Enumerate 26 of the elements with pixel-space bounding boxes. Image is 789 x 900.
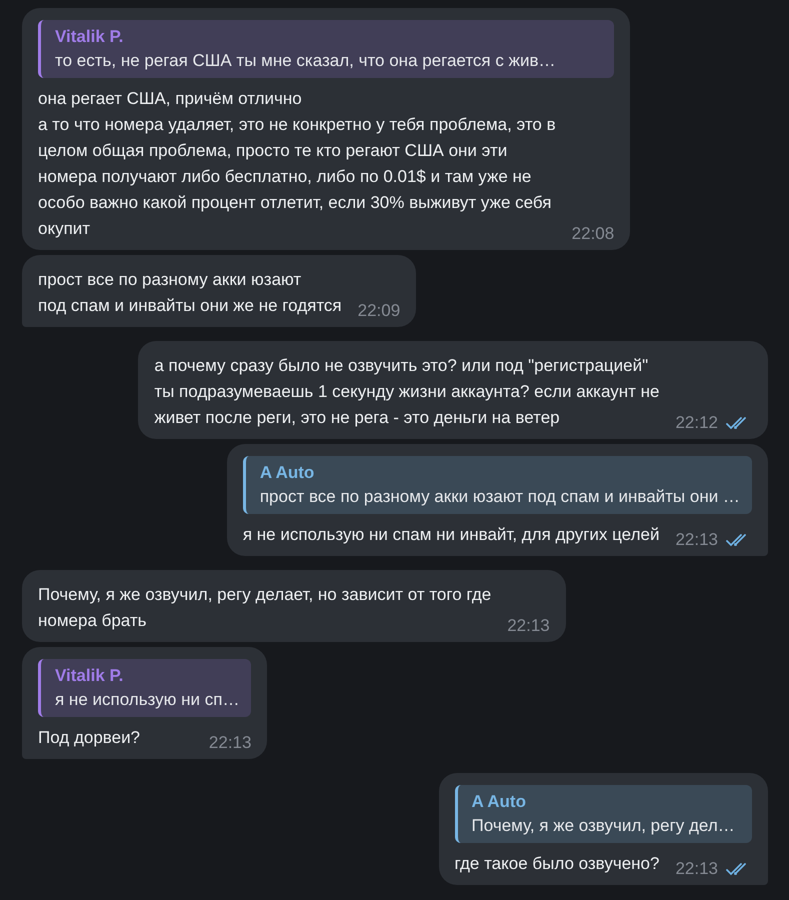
message-time: 22:13 bbox=[208, 732, 252, 754]
message-text: а почему сразу было не озвучить это? или под "регистрацией" ты подразумеваешь 1 секунду жизни аккаунта? если аккаунт не живет после реги, это не рега - это деньги на ветер bbox=[154, 355, 660, 429]
message-text: Под дорвеи? bbox=[38, 727, 140, 749]
quote-text: прост все по разному акки юзают под спам и инвайты они … bbox=[260, 486, 740, 508]
message-text: прост все по разному акки юзают под спам и инвайты они же не годятся bbox=[38, 269, 342, 317]
quote-author: Vitalik P. bbox=[55, 26, 124, 48]
message-time: 22:13 bbox=[675, 858, 718, 880]
message-text: я не использую ни спам ни инвайт, для других целей bbox=[242, 524, 660, 546]
quote-text: я не использую ни сп… bbox=[55, 689, 240, 711]
reply-quote[interactable]: A Auto прост все по разному акки юзают под спам и инвайты они … bbox=[242, 456, 752, 514]
message-time: 22:08 bbox=[572, 223, 614, 245]
quote-text: то есть, не регая США ты мне сказал, что она регается с жив… bbox=[55, 50, 556, 72]
reply-quote[interactable]: A Auto Почему, я же озвучил, регу дел… bbox=[454, 785, 752, 843]
quote-author: Vitalik P. bbox=[55, 665, 124, 687]
quote-text: Почему, я же озвучил, регу дел… bbox=[472, 815, 736, 837]
message-text: она регает США, причём отлично а то что номера удаляет, это не конкретно у тебя проблема, это в целом общая проблема, просто те кто регают США они эти номера получают либо бесплатно, либо по 0.01$ и там уже не особо важно какой процент отлетит, если 30% выживут уже себя окупит bbox=[38, 88, 556, 240]
reply-quote[interactable]: Vitalik P. я не использую ни сп… bbox=[38, 659, 252, 717]
message-time: 22:13 bbox=[507, 615, 550, 637]
quote-author: A Auto bbox=[472, 791, 527, 813]
message-time: 22:09 bbox=[358, 300, 400, 322]
reply-quote[interactable]: Vitalik P. то есть, не регая США ты мне сказал, что она регается с жив… bbox=[38, 20, 614, 78]
message-text: где такое было озвучено? bbox=[454, 853, 660, 875]
message-time: 22:12 bbox=[675, 412, 718, 434]
quote-author: A Auto bbox=[260, 462, 316, 484]
message-time: 22:13 bbox=[675, 529, 718, 551]
message-text: Почему, я же озвучил, регу делает, но зависит от того где номера брать bbox=[38, 584, 492, 632]
